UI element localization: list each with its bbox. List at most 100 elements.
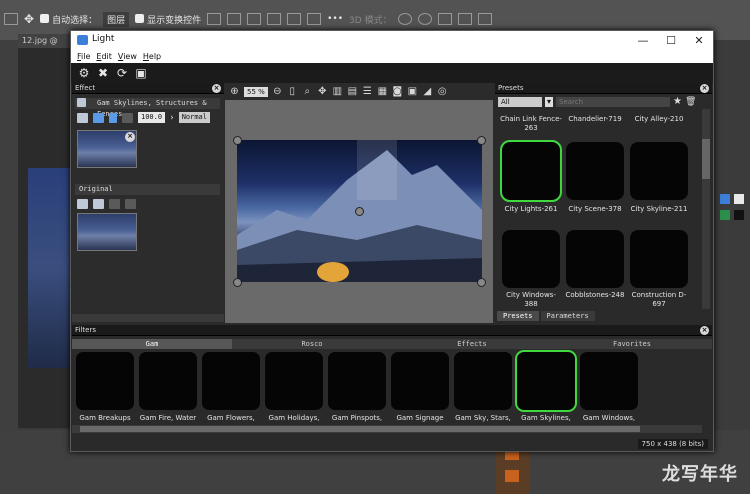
- mask-icon[interactable]: [122, 112, 133, 123]
- presets-close-icon[interactable]: ×: [700, 84, 709, 93]
- category-favorites[interactable]: Favorites: [552, 339, 712, 349]
- split-vertical-icon[interactable]: ▥: [332, 86, 343, 97]
- filter-label[interactable]: Gam Holidays,: [263, 414, 325, 422]
- refresh-icon[interactable]: ⟳: [115, 66, 129, 80]
- preset-tile[interactable]: [502, 230, 560, 288]
- filter-label[interactable]: Gam Pinspots,: [326, 414, 388, 422]
- preset-label[interactable]: City Alley-210: [628, 115, 690, 133]
- tab-parameters[interactable]: Parameters: [540, 311, 595, 321]
- zoom-out-icon[interactable]: ⊖: [272, 86, 283, 97]
- presets-scrollbar[interactable]: [702, 109, 710, 309]
- filter-label[interactable]: Gam Signage: [389, 414, 451, 422]
- blend-mode-field[interactable]: Normal: [178, 112, 210, 123]
- filter-label[interactable]: Gam Breakups: [74, 414, 136, 422]
- frame-icon[interactable]: ▣: [407, 86, 418, 97]
- effect-scrollbar[interactable]: [72, 314, 224, 322]
- filter-tile[interactable]: [328, 352, 386, 410]
- filters-close-icon[interactable]: ×: [700, 326, 709, 335]
- filter-label[interactable]: Gam Sky, Stars,: [452, 414, 514, 422]
- preset-label[interactable]: Construction D-697: [628, 291, 690, 309]
- presets-scroll-thumb[interactable]: [702, 139, 710, 179]
- align-middle-icon[interactable]: [287, 13, 302, 25]
- preset-label[interactable]: City Scene-378: [564, 205, 626, 214]
- filter-tile[interactable]: [76, 352, 134, 410]
- filter-tile[interactable]: [202, 352, 260, 410]
- slide-3d-icon[interactable]: [457, 13, 472, 25]
- original-monitor-icon[interactable]: [93, 199, 104, 209]
- fit-frame-icon[interactable]: ▣: [134, 66, 148, 80]
- preset-label[interactable]: City Skyline-211: [628, 205, 690, 214]
- ps-swatch-white[interactable]: [734, 194, 744, 204]
- zoom-in-icon[interactable]: ⊕: [229, 86, 240, 97]
- opacity-field[interactable]: 100.0: [138, 112, 166, 123]
- filter-label[interactable]: Gam Fire, Water: [137, 414, 199, 422]
- preset-tile[interactable]: [566, 230, 624, 288]
- pan-icon[interactable]: ✥: [317, 86, 328, 97]
- favorite-star-icon[interactable]: ★: [673, 96, 682, 107]
- align-right-icon[interactable]: [247, 13, 262, 25]
- adjustment-icon[interactable]: [505, 470, 519, 482]
- category-rosco[interactable]: Rosco: [232, 339, 392, 349]
- show-transform-checkbox[interactable]: 显示变换控件: [135, 13, 201, 26]
- filter-tile[interactable]: [265, 352, 323, 410]
- preset-tile[interactable]: [500, 140, 562, 202]
- mask-view-icon[interactable]: ◎: [437, 86, 448, 97]
- preset-tile[interactable]: [630, 230, 688, 288]
- align-bottom-icon[interactable]: [307, 13, 322, 25]
- crop-handle-top-left[interactable]: [233, 136, 242, 145]
- minimize-button[interactable]: —: [629, 31, 657, 50]
- menu-view[interactable]: View: [118, 50, 137, 63]
- magnifier-icon[interactable]: ⌕: [302, 86, 313, 97]
- lightning-icon[interactable]: [109, 112, 117, 123]
- filter-tile[interactable]: [454, 352, 512, 410]
- filter-tile[interactable]: [515, 350, 577, 412]
- opacity-chevron-icon[interactable]: ›: [170, 113, 174, 123]
- preset-category-select[interactable]: All: [498, 96, 542, 107]
- align-center-icon[interactable]: [227, 13, 242, 25]
- crop-handle-bottom-right[interactable]: [477, 278, 486, 287]
- ps-swatch-green[interactable]: [720, 210, 730, 220]
- crop-handle-center[interactable]: [355, 207, 364, 216]
- menu-edit[interactable]: Edit: [96, 50, 112, 63]
- preset-search-input[interactable]: Search: [556, 96, 671, 107]
- camera-icon[interactable]: ◙: [392, 86, 403, 97]
- preset-tile[interactable]: [630, 142, 688, 200]
- close-x-icon[interactable]: ✖: [96, 66, 110, 80]
- preset-label[interactable]: City Windows-388: [500, 291, 562, 309]
- ps-swatch-black[interactable]: [734, 210, 744, 220]
- auto-select-checkbox[interactable]: 自动选择：: [40, 13, 97, 26]
- maximize-button[interactable]: ☐: [657, 31, 685, 50]
- settings-gear-icon[interactable]: ⚙: [77, 66, 91, 80]
- preset-tile[interactable]: [566, 142, 624, 200]
- ps-swatch-blue[interactable]: [720, 194, 730, 204]
- tab-presets[interactable]: Presets: [497, 311, 539, 321]
- filter-label[interactable]: Gam Skylines,: [515, 414, 577, 422]
- effect-panel-close-icon[interactable]: ×: [212, 84, 221, 93]
- zoom-level[interactable]: 55 %: [244, 86, 268, 97]
- filter-tile[interactable]: [391, 352, 449, 410]
- move-tool-icon[interactable]: ✥: [24, 12, 34, 26]
- edit-original-icon[interactable]: [77, 199, 88, 209]
- histogram-icon[interactable]: ◢: [422, 86, 433, 97]
- filters-scrollbar[interactable]: [72, 425, 702, 433]
- scale-3d-icon[interactable]: [477, 13, 492, 25]
- layer-select-dropdown[interactable]: 图层: [103, 11, 130, 27]
- menu-file[interactable]: File: [77, 50, 90, 63]
- filter-tile[interactable]: [139, 352, 197, 410]
- crop-handle-bottom-left[interactable]: [233, 278, 242, 287]
- edit-layer-icon[interactable]: [77, 112, 88, 123]
- menu-help[interactable]: Help: [143, 50, 161, 63]
- fit-view-icon[interactable]: ▯: [287, 86, 298, 97]
- filter-tile[interactable]: [580, 352, 638, 410]
- remove-layer-icon[interactable]: ×: [125, 132, 135, 142]
- orbit-3d-icon[interactable]: [397, 13, 412, 25]
- align-left-icon[interactable]: [207, 13, 222, 25]
- category-effects[interactable]: Effects: [392, 339, 552, 349]
- close-button[interactable]: ✕: [685, 31, 713, 50]
- preview-canvas[interactable]: [225, 100, 493, 323]
- preset-label[interactable]: Cobblstones-248: [564, 291, 626, 309]
- pan-3d-icon[interactable]: [437, 13, 452, 25]
- preset-label[interactable]: Chain Link Fence-263: [500, 115, 562, 133]
- more-options-icon[interactable]: •••: [327, 14, 343, 24]
- filters-scroll-thumb[interactable]: [80, 426, 640, 432]
